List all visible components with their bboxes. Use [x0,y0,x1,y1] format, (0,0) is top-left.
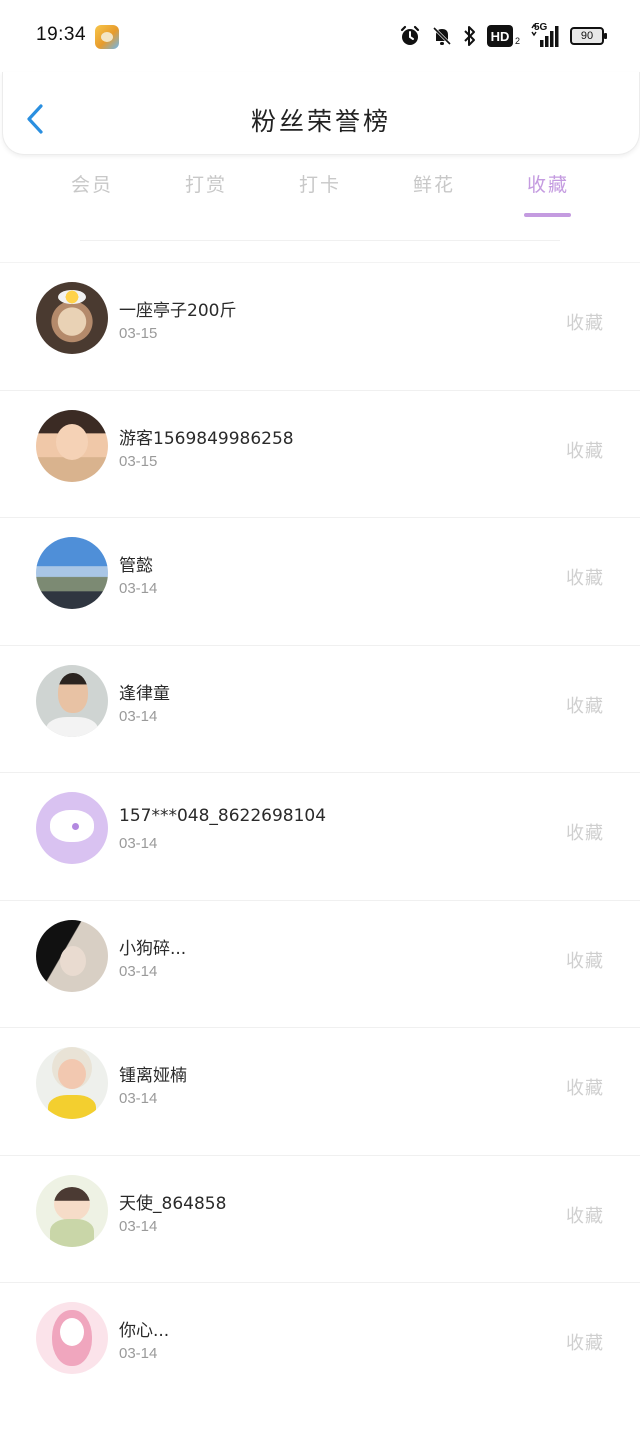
fan-date: 03-14 [119,962,158,980]
tab-favorites[interactable]: 收藏 [493,170,603,197]
avatar[interactable] [36,1047,108,1119]
fan-name: 天使_864858 [119,1193,227,1214]
active-tab-indicator [524,213,571,217]
fan-date: 03-14 [119,1217,158,1235]
favorite-label: 收藏 [566,823,604,844]
fan-date: 03-14 [119,580,158,597]
fan-name: 逢律童 [119,683,170,704]
list-item[interactable]: 游客1569849986258 03-15 收藏 [0,389,640,518]
fan-list: 一座亭子200斤 03-15 收藏 游客1569849986258 03-15 … [0,262,640,1410]
list-item[interactable]: 你心... 03-14 收藏 [0,1282,640,1410]
fan-date: 03-15 [119,325,158,342]
tab-flowers[interactable]: 鲜花 [379,170,489,197]
avatar[interactable] [36,664,108,737]
fan-name: 锺离娅楠 [119,1066,187,1086]
fan-date: 03-14 [119,1345,158,1362]
list-item[interactable]: 逢律童 03-14 收藏 [0,644,640,773]
favorite-label: 收藏 [566,695,604,717]
fan-date: 03-14 [119,835,158,852]
tab-members[interactable]: 会员 [37,170,147,197]
fan-name: 你心... [119,1321,170,1341]
list-item[interactable]: 锺离娅楠 03-14 收藏 [0,1027,640,1155]
fan-date: 03-15 [119,452,158,470]
tab-checkin[interactable]: 打卡 [265,170,375,197]
header: 粉丝荣誉榜 [2,72,640,155]
fan-date: 03-14 [119,1090,158,1107]
fan-name: 一座亭子200斤 [119,301,237,321]
signal-5g-icon: 5G [530,22,560,48]
list-item[interactable]: 天使_864858 03-14 收藏 [0,1154,640,1283]
divider [80,240,560,241]
favorite-label: 收藏 [566,950,604,972]
tab-bar: 会员 打赏 打卡 鲜花 收藏 [0,170,640,222]
tab-rewards[interactable]: 打赏 [151,170,261,197]
fan-date: 03-14 [119,707,158,725]
status-bar: 19:34 HD 2 5G 90 [0,0,640,72]
favorite-label: 收藏 [566,568,604,589]
fan-name: 管懿 [119,556,153,576]
avatar[interactable] [36,1302,108,1374]
avatar[interactable] [36,537,108,609]
fan-name: 157***048_8622698104 [119,806,327,826]
hd-voice-icon: HD [486,25,513,47]
avatar[interactable] [36,792,108,864]
favorite-label: 收藏 [566,1333,604,1354]
list-item[interactable]: 157***048_8622698104 03-14 收藏 [0,772,640,900]
avatar[interactable] [36,1174,108,1247]
status-time: 19:34 [36,24,87,45]
favorite-label: 收藏 [566,313,604,334]
favorite-label: 收藏 [566,1205,604,1227]
alarm-icon [399,25,421,47]
status-icons: HD 2 5G 90 [399,22,607,50]
fan-name: 小狗碎... [119,938,187,959]
app-notification-icon [95,25,119,49]
list-item[interactable]: 小狗碎... 03-14 收藏 [0,899,640,1028]
mute-bell-icon [431,25,453,47]
network-type-label: 5G [534,22,548,33]
avatar[interactable] [36,282,108,354]
fan-name: 游客1569849986258 [119,428,294,449]
list-item[interactable]: 一座亭子200斤 03-15 收藏 [0,262,640,390]
hd-sub-label: 2 [514,36,520,46]
favorite-label: 收藏 [566,1078,604,1099]
avatar[interactable] [36,919,108,992]
battery-icon: 90 [570,27,607,45]
bluetooth-icon [463,25,477,47]
list-item[interactable]: 管懿 03-14 收藏 [0,517,640,645]
page-title: 粉丝荣誉榜 [250,107,391,136]
favorite-label: 收藏 [566,440,604,462]
avatar[interactable] [36,409,108,482]
